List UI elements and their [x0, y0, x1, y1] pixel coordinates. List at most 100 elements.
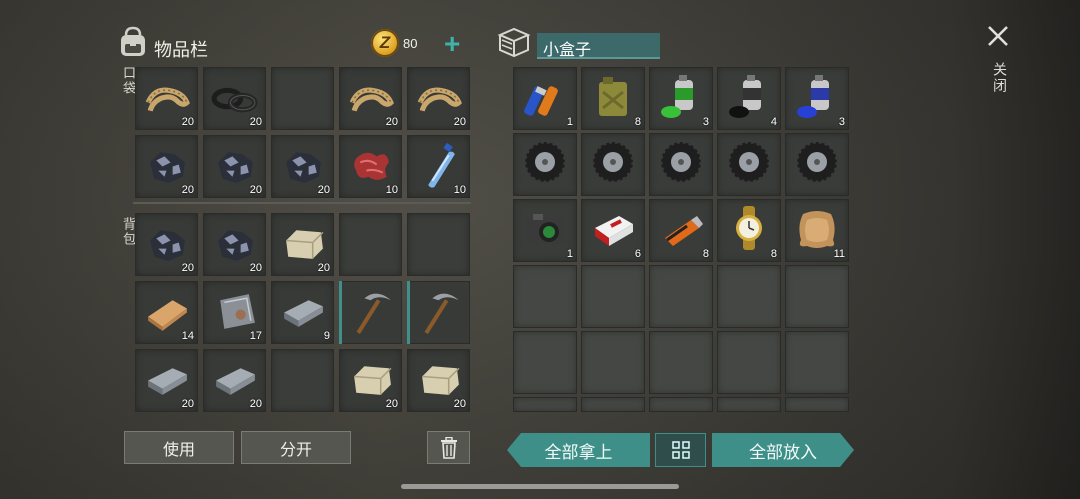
item-count: 9	[323, 330, 330, 342]
tire-icon	[523, 140, 567, 184]
coal-ore-slot[interactable]: 20	[203, 135, 266, 198]
cigarettes-icon	[595, 216, 633, 246]
empty-slot[interactable]	[513, 265, 577, 328]
wood-plank-slot[interactable]: 14	[135, 281, 198, 344]
tire-slot[interactable]	[649, 133, 713, 196]
camera-slot[interactable]: 1	[513, 199, 577, 262]
iron-bar-icon	[148, 368, 187, 395]
use-button[interactable]: 使用	[124, 431, 234, 464]
container-name-field[interactable]: 小盒子	[537, 33, 660, 59]
tire-slot[interactable]	[785, 133, 849, 196]
coal-ore-icon	[218, 230, 253, 261]
iron-bar-slot[interactable]: 9	[271, 281, 334, 344]
cigarettes-slot[interactable]: 6	[581, 199, 645, 262]
coin-icon: Z	[371, 29, 399, 57]
steel-plate-slot[interactable]: 17	[203, 281, 266, 344]
tire-slot[interactable]	[581, 133, 645, 196]
sort-button[interactable]	[655, 433, 706, 467]
limestone-slot[interactable]: 20	[339, 349, 402, 412]
limestone-slot[interactable]: 20	[271, 213, 334, 276]
grid-icon	[671, 441, 690, 459]
empty-slot[interactable]	[581, 331, 645, 394]
usb-drive-slot[interactable]: 8	[649, 199, 713, 262]
wood-plank-icon	[148, 300, 187, 331]
tire-icon	[659, 140, 703, 184]
empty-slot[interactable]	[271, 67, 334, 130]
item-count: 20	[317, 262, 330, 274]
limestone-slot[interactable]: 20	[407, 349, 470, 412]
rope-icon	[417, 87, 462, 112]
iron-bar-icon	[216, 368, 255, 395]
trash-button[interactable]	[427, 431, 470, 464]
raw-meat-slot[interactable]: 10	[339, 135, 402, 198]
coal-ore-slot[interactable]: 20	[271, 135, 334, 198]
coal-ore-slot[interactable]: 20	[135, 213, 198, 276]
empty-slot[interactable]	[717, 397, 781, 412]
close-label[interactable]: 关闭	[990, 62, 1010, 94]
jerry-can-slot[interactable]: 8	[581, 67, 645, 130]
watch-slot[interactable]: 8	[717, 199, 781, 262]
iron-bar-slot[interactable]: 20	[203, 349, 266, 412]
water-bottle-slot[interactable]: 10	[407, 135, 470, 198]
item-count: 20	[249, 398, 262, 410]
limestone-icon	[354, 366, 392, 395]
empty-slot[interactable]	[581, 265, 645, 328]
coal-ore-slot[interactable]: 20	[135, 135, 198, 198]
empty-slot[interactable]	[785, 265, 849, 328]
item-count: 17	[249, 330, 262, 342]
batteries-slot[interactable]: 1	[513, 67, 577, 130]
pickaxe-slot[interactable]	[339, 281, 402, 344]
spray-black-slot[interactable]: 4	[717, 67, 781, 130]
camera-icon	[527, 214, 565, 244]
rope-slot[interactable]: 20	[339, 67, 402, 130]
limestone-icon	[422, 366, 460, 395]
close-icon[interactable]	[986, 24, 1010, 48]
spray-blue-slot[interactable]: 3	[785, 67, 849, 130]
empty-slot[interactable]	[339, 213, 402, 276]
item-count: 20	[249, 184, 262, 196]
item-count: 20	[181, 398, 194, 410]
coal-ore-slot[interactable]: 20	[203, 213, 266, 276]
put-all-button[interactable]: 全部放入	[712, 433, 854, 467]
take-all-button[interactable]: 全部拿上	[507, 433, 650, 467]
split-button[interactable]: 分开	[241, 431, 351, 464]
container-name: 小盒子	[543, 42, 592, 59]
tire-slot[interactable]	[513, 133, 577, 196]
rope-slot[interactable]: 20	[407, 67, 470, 130]
empty-slot[interactable]	[717, 265, 781, 328]
iron-bar-slot[interactable]: 20	[135, 349, 198, 412]
water-bottle-icon	[428, 142, 455, 188]
empty-slot[interactable]	[513, 331, 577, 394]
usb-drive-icon	[665, 216, 703, 246]
iron-bar-icon	[284, 300, 323, 327]
rubber-rings-slot[interactable]: 20	[203, 67, 266, 130]
empty-slot[interactable]	[785, 331, 849, 394]
coal-ore-icon	[150, 152, 185, 183]
item-count: 8	[702, 248, 709, 260]
empty-slot[interactable]	[649, 397, 713, 412]
pickaxe-slot[interactable]	[407, 281, 470, 344]
empty-slot[interactable]	[649, 331, 713, 394]
coal-ore-icon	[218, 152, 253, 183]
tire-slot[interactable]	[717, 133, 781, 196]
rope-icon	[349, 87, 394, 112]
home-indicator[interactable]	[401, 484, 679, 489]
empty-slot[interactable]	[407, 213, 470, 276]
tire-icon	[591, 140, 635, 184]
empty-slot[interactable]	[649, 265, 713, 328]
leather-slot[interactable]: 11	[785, 199, 849, 262]
section-divider	[133, 202, 471, 204]
empty-slot[interactable]	[513, 397, 577, 412]
empty-slot[interactable]	[581, 397, 645, 412]
backpack-icon	[121, 26, 145, 56]
item-count: 20	[317, 184, 330, 196]
add-coins-button[interactable]: +	[444, 30, 460, 58]
rope-slot[interactable]: 20	[135, 67, 198, 130]
empty-slot[interactable]	[785, 397, 849, 412]
item-count: 14	[181, 330, 194, 342]
item-count: 1	[566, 248, 573, 260]
empty-slot[interactable]	[717, 331, 781, 394]
empty-slot[interactable]	[271, 349, 334, 412]
spray-green-slot[interactable]: 3	[649, 67, 713, 130]
coal-ore-icon	[286, 152, 321, 183]
